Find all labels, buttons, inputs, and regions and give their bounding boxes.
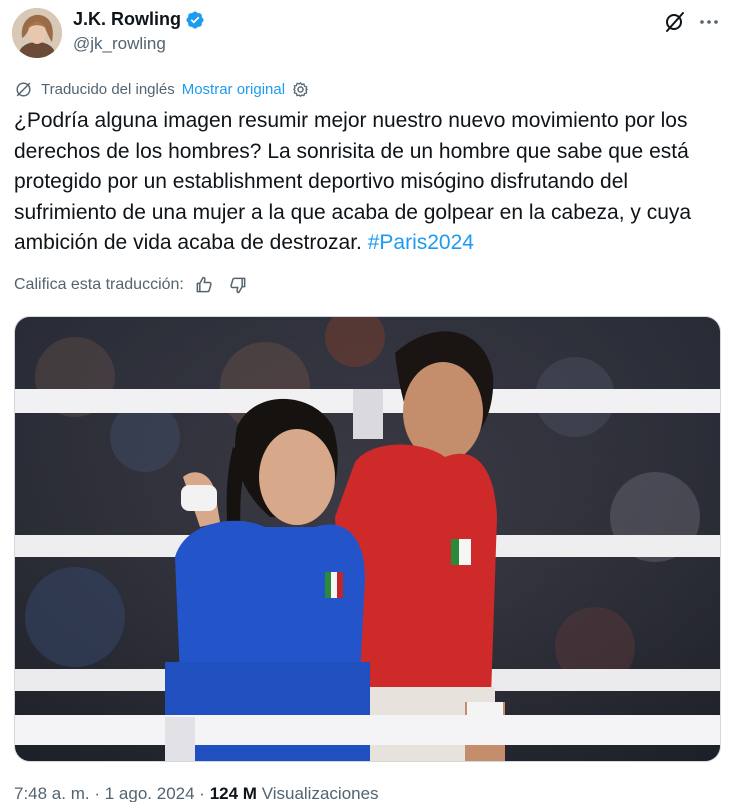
meta-separator: · — [94, 784, 101, 802]
verified-badge-icon — [186, 10, 204, 29]
tweet-date[interactable]: 1 ago. 2024 — [105, 784, 195, 802]
hashtag-link[interactable]: #Paris2024 — [368, 231, 474, 254]
tweet-text: ¿Podría alguna imagen resumir mejor nues… — [14, 106, 724, 259]
grok-icon[interactable] — [663, 10, 687, 34]
tweet-header: J.K. Rowling @jk_rowling — [12, 6, 725, 60]
tweet-photo[interactable] — [14, 316, 721, 762]
avatar[interactable] — [12, 8, 62, 58]
settings-icon[interactable] — [291, 80, 310, 99]
show-original-link[interactable]: Mostrar original — [182, 81, 285, 98]
rate-translation: Califica esta traducción: — [14, 274, 248, 296]
meta-separator-2: · — [199, 784, 205, 802]
author-names: J.K. Rowling @jk_rowling — [73, 9, 205, 54]
more-icon[interactable] — [697, 10, 721, 34]
views-count: 124 M — [209, 784, 257, 802]
tweet-meta: 7:48 a. m. · 1 ago. 2024 · 124 M Visuali… — [14, 784, 379, 802]
thumbs-down-icon[interactable] — [228, 275, 248, 295]
photo-image — [15, 317, 720, 761]
tweet-time[interactable]: 7:48 a. m. — [14, 784, 90, 802]
display-name-text[interactable]: J.K. Rowling — [73, 9, 181, 30]
tweet-body: ¿Podría alguna imagen resumir mejor nues… — [14, 109, 692, 254]
rate-label: Califica esta traducción: — [14, 276, 184, 293]
translation-bar: Traducido del inglés Mostrar original — [14, 79, 310, 99]
globe-icon — [16, 81, 31, 97]
display-name[interactable]: J.K. Rowling — [73, 9, 205, 30]
thumbs-up-icon[interactable] — [194, 275, 214, 295]
translated-label: Traducido del inglés — [41, 80, 175, 98]
handle[interactable]: @jk_rowling — [73, 34, 205, 54]
views-label: Visualizaciones — [261, 784, 379, 802]
